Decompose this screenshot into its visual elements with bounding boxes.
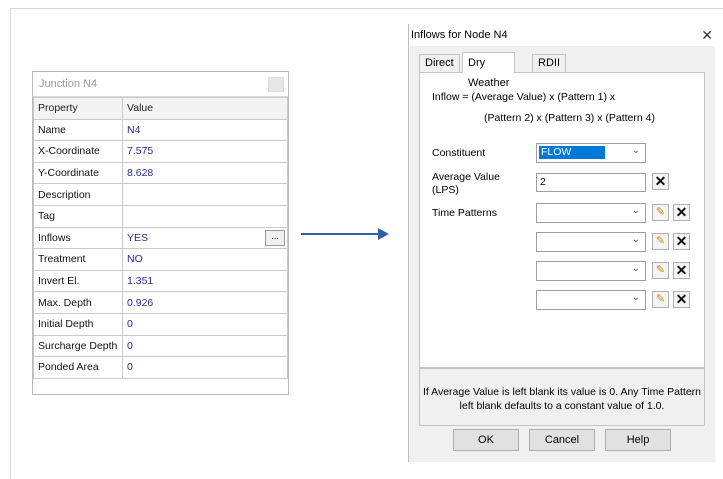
help-button[interactable]: Help <box>605 429 671 451</box>
frame-top-line <box>10 8 723 9</box>
table-row[interactable]: Description <box>33 183 288 206</box>
clear-pattern-3-button[interactable]: ✕ <box>673 262 690 279</box>
time-pattern-3-select[interactable]: ⌄ <box>536 261 646 281</box>
table-header-row: Property Value <box>33 97 288 120</box>
row-key: Tag <box>33 204 123 228</box>
table-row[interactable]: Name N4 <box>33 118 288 142</box>
row-value[interactable]: 0 <box>122 312 288 336</box>
table-row[interactable]: Max. Depth 0.926 <box>33 291 288 314</box>
row-key: Invert El. <box>33 269 123 293</box>
table-row[interactable]: Tag <box>33 204 288 228</box>
row-value[interactable]: N4 <box>122 118 288 142</box>
row-value[interactable]: 0.926 <box>122 291 288 314</box>
row-value: YES <box>127 231 149 244</box>
row-value[interactable]: 1.351 <box>122 269 288 293</box>
row-value[interactable]: 7.575 <box>122 140 288 163</box>
info-message-box: If Average Value is left blank its value… <box>419 368 705 426</box>
info-line-2: left blank defaults to a constant value … <box>459 400 665 412</box>
time-pattern-4-select[interactable]: ⌄ <box>536 290 646 310</box>
time-pattern-2-select[interactable]: ⌄ <box>536 232 646 252</box>
row-key: Treatment <box>33 248 123 271</box>
table-row[interactable]: Ponded Area 0 <box>33 356 288 379</box>
arrow-head-icon <box>378 228 389 240</box>
row-key: Name <box>33 118 123 142</box>
inflows-value-cell[interactable]: YES ... <box>122 226 288 250</box>
edit-pattern-icon[interactable]: ✎ <box>652 291 669 308</box>
row-key: Y-Coordinate <box>33 161 123 185</box>
table-row[interactable]: Invert El. 1.351 <box>33 269 288 293</box>
dry-weather-panel: Inflow = (Average Value) x (Pattern 1) x… <box>419 72 705 368</box>
table-row[interactable]: Surcharge Depth 0 <box>33 334 288 358</box>
row-key: Description <box>33 183 123 206</box>
clear-pattern-4-button[interactable]: ✕ <box>673 291 690 308</box>
arrow-line <box>301 233 379 235</box>
row-value[interactable]: 8.628 <box>122 161 288 185</box>
edit-pattern-icon[interactable]: ✎ <box>652 204 669 221</box>
average-value-input[interactable]: 2 <box>536 173 646 192</box>
dialog-titlebar: Inflows for Node N4 ✕ <box>409 24 715 46</box>
constituent-selected-value: FLOW <box>539 146 605 159</box>
table-row[interactable]: Initial Depth 0 <box>33 312 288 336</box>
row-value[interactable] <box>122 183 288 206</box>
constituent-select[interactable]: FLOW ⌄ <box>536 143 646 163</box>
row-key: Inflows <box>33 226 123 250</box>
tab-dry-weather[interactable]: Dry Weather <box>462 52 516 89</box>
chevron-down-icon: ⌄ <box>631 205 640 216</box>
dialog-title: Inflows for Node N4 <box>411 29 508 41</box>
panel-title: Junction N4 <box>33 72 288 97</box>
table-row[interactable]: Treatment NO <box>33 248 288 271</box>
clear-average-value-button[interactable]: ✕ <box>652 173 669 190</box>
tab-direct[interactable]: Direct <box>419 54 460 72</box>
info-line-1: If Average Value is left blank its value… <box>422 386 701 398</box>
row-key: Max. Depth <box>33 291 123 314</box>
edit-pattern-icon[interactable]: ✎ <box>652 262 669 279</box>
formula-line-2: (Pattern 2) x (Pattern 3) x (Pattern 4) <box>484 112 655 124</box>
table-row[interactable]: Inflows YES ... <box>33 226 288 250</box>
row-key: Initial Depth <box>33 312 123 336</box>
close-icon[interactable]: ✕ <box>701 24 713 46</box>
tab-rdii[interactable]: RDII <box>532 54 566 72</box>
row-value[interactable] <box>122 204 288 228</box>
clear-pattern-2-button[interactable]: ✕ <box>673 233 690 250</box>
formula-line-1: Inflow = (Average Value) x (Pattern 1) x <box>432 91 616 103</box>
inflows-dialog: Inflows for Node N4 ✕ Direct Dry Weather… <box>408 24 715 462</box>
chevron-down-icon: ⌄ <box>631 234 640 245</box>
table-row[interactable]: Y-Coordinate 8.628 <box>33 161 288 185</box>
frame-left-line <box>10 8 11 479</box>
property-editor-panel: Junction N4 Property Value Name N4 X-Coor… <box>32 71 289 395</box>
row-key: Surcharge Depth <box>33 334 123 358</box>
time-patterns-label: Time Patterns <box>432 207 497 219</box>
clear-pattern-1-button[interactable]: ✕ <box>673 204 690 221</box>
chevron-down-icon: ⌄ <box>631 292 640 303</box>
average-value-label: Average Value <box>432 171 500 183</box>
table-row[interactable]: X-Coordinate 7.575 <box>33 140 288 163</box>
panel-title-text: Junction N4 <box>39 78 98 90</box>
chevron-down-icon: ⌄ <box>631 263 640 274</box>
row-value[interactable]: 0 <box>122 356 288 379</box>
edit-pattern-icon[interactable]: ✎ <box>652 233 669 250</box>
row-value[interactable]: 0 <box>122 334 288 358</box>
close-icon[interactable] <box>268 77 284 92</box>
ok-button[interactable]: OK <box>453 429 519 451</box>
property-column-header: Property <box>33 97 123 120</box>
time-pattern-1-select[interactable]: ⌄ <box>536 203 646 223</box>
row-key: X-Coordinate <box>33 140 123 163</box>
property-table: Property Value Name N4 X-Coordinate 7.575 … <box>33 97 288 379</box>
chevron-down-icon: ⌄ <box>631 145 640 156</box>
average-value-units-label: (LPS) <box>432 184 459 196</box>
row-value[interactable]: NO <box>122 248 288 271</box>
edit-inflows-button[interactable]: ... <box>265 229 285 246</box>
value-column-header: Value <box>122 97 288 120</box>
row-key: Ponded Area <box>33 356 123 379</box>
cancel-button[interactable]: Cancel <box>529 429 595 451</box>
constituent-label: Constituent <box>432 147 486 159</box>
